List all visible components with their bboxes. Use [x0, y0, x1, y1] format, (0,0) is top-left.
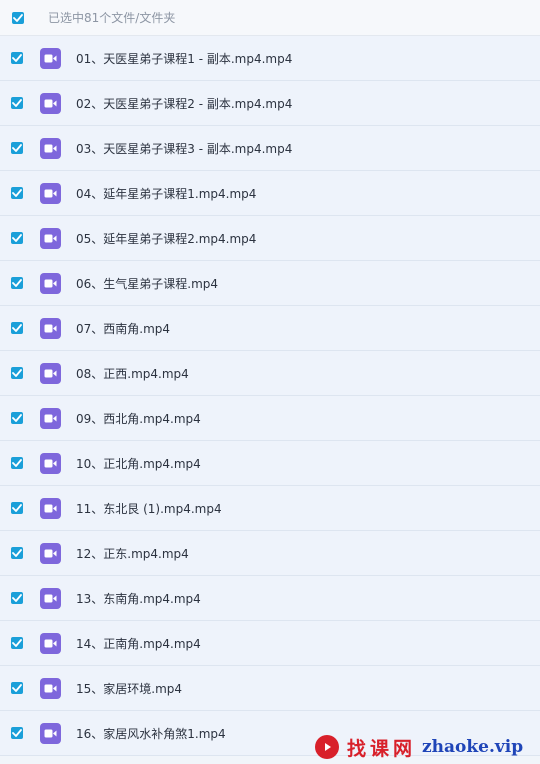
- file-checkbox[interactable]: [11, 502, 23, 514]
- file-row[interactable]: 10、正北角.mp4.mp4: [0, 441, 540, 486]
- video-file-icon: [40, 407, 61, 429]
- video-file-icon: [40, 632, 61, 654]
- select-all-row[interactable]: 已选中81个文件/文件夹: [0, 0, 540, 36]
- file-checkbox[interactable]: [11, 592, 23, 604]
- checkmark-icon: [12, 684, 22, 692]
- watermark: 找课网 zhaoke.vip: [315, 732, 523, 762]
- file-list: 已选中81个文件/文件夹 01、天医星弟子课程1 - 副本.mp4.mp4 02、…: [0, 0, 540, 764]
- file-name: 13、东南角.mp4.mp4: [76, 591, 201, 606]
- video-file-icon: [40, 317, 61, 339]
- video-file-icon: [40, 497, 61, 519]
- file-row[interactable]: 15、家居环境.mp4: [0, 666, 540, 711]
- file-name: 15、家居环境.mp4: [76, 681, 183, 696]
- file-checkbox[interactable]: [11, 277, 23, 289]
- file-name: 04、延年星弟子课程1.mp4.mp4: [76, 186, 257, 201]
- checkmark-icon: [12, 549, 22, 557]
- file-name: 03、天医星弟子课程3 - 副本.mp4.mp4: [76, 141, 293, 156]
- file-row[interactable]: 05、延年星弟子课程2.mp4.mp4: [0, 216, 540, 261]
- file-checkbox[interactable]: [11, 727, 23, 739]
- video-file-icon: [40, 47, 61, 69]
- video-file-icon: [40, 92, 61, 114]
- file-checkbox[interactable]: [11, 547, 23, 559]
- file-name: 09、西北角.mp4.mp4: [76, 411, 201, 426]
- select-all-checkbox[interactable]: [12, 11, 24, 24]
- file-row[interactable]: 08、正西.mp4.mp4: [0, 351, 540, 396]
- file-row[interactable]: 07、西南角.mp4: [0, 306, 540, 351]
- file-row[interactable]: 11、东北艮 (1).mp4.mp4: [0, 486, 540, 531]
- checkmark-icon: [12, 459, 22, 467]
- watermark-domain: zhaoke.vip: [422, 737, 524, 757]
- file-name: 06、生气星弟子课程.mp4: [76, 276, 219, 291]
- file-checkbox[interactable]: [11, 142, 23, 154]
- file-checkbox[interactable]: [11, 97, 23, 109]
- file-checkbox[interactable]: [11, 682, 23, 694]
- file-checkbox[interactable]: [11, 412, 23, 424]
- checkmark-icon: [12, 189, 22, 197]
- checkmark-icon: [12, 594, 22, 602]
- file-name: 05、延年星弟子课程2.mp4.mp4: [76, 231, 257, 246]
- video-file-icon: [40, 722, 61, 744]
- watermark-brand: 找课网: [347, 737, 417, 760]
- checkmark-icon: [12, 99, 22, 107]
- file-name: 14、正南角.mp4.mp4: [76, 636, 201, 651]
- file-checkbox[interactable]: [11, 52, 23, 64]
- file-checkbox[interactable]: [11, 232, 23, 244]
- file-name: 11、东北艮 (1).mp4.mp4: [76, 501, 222, 516]
- file-checkbox[interactable]: [11, 322, 23, 334]
- file-name: 10、正北角.mp4.mp4: [76, 456, 201, 471]
- file-checkbox[interactable]: [11, 457, 23, 469]
- file-row[interactable]: 04、延年星弟子课程1.mp4.mp4: [0, 171, 540, 216]
- file-checkbox[interactable]: [11, 187, 23, 199]
- video-file-icon: [40, 272, 61, 294]
- checkmark-icon: [12, 279, 22, 287]
- file-row[interactable]: 09、西北角.mp4.mp4: [0, 396, 540, 441]
- checkmark-icon: [12, 234, 22, 242]
- checkmark-icon: [12, 144, 22, 152]
- file-checkbox[interactable]: [11, 367, 23, 379]
- file-name: 07、西南角.mp4: [76, 321, 171, 336]
- checkmark-icon: [12, 324, 22, 332]
- file-name: 01、天医星弟子课程1 - 副本.mp4.mp4: [76, 51, 293, 66]
- checkmark-icon: [13, 13, 23, 22]
- checkmark-icon: [12, 414, 22, 422]
- file-checkbox[interactable]: [11, 637, 23, 649]
- file-row[interactable]: 06、生气星弟子课程.mp4: [0, 261, 540, 306]
- video-file-icon: [40, 182, 61, 204]
- file-rows: 01、天医星弟子课程1 - 副本.mp4.mp4 02、天医星弟子课程2 - 副本…: [0, 36, 540, 756]
- video-file-icon: [40, 137, 61, 159]
- video-file-icon: [40, 677, 61, 699]
- file-row[interactable]: 13、东南角.mp4.mp4: [0, 576, 540, 621]
- file-row[interactable]: 03、天医星弟子课程3 - 副本.mp4.mp4: [0, 126, 540, 171]
- checkmark-icon: [12, 729, 22, 737]
- selection-count-label: 已选中81个文件/文件夹: [48, 11, 176, 25]
- file-row[interactable]: 14、正南角.mp4.mp4: [0, 621, 540, 666]
- checkmark-icon: [12, 504, 22, 512]
- video-file-icon: [40, 452, 61, 474]
- file-row[interactable]: 01、天医星弟子课程1 - 副本.mp4.mp4: [0, 36, 540, 81]
- video-file-icon: [40, 587, 61, 609]
- file-name: 08、正西.mp4.mp4: [76, 366, 189, 381]
- play-logo-icon: [315, 735, 339, 759]
- file-row[interactable]: 12、正东.mp4.mp4: [0, 531, 540, 576]
- video-file-icon: [40, 542, 61, 564]
- file-name: 16、家居风水补角煞1.mp4: [76, 726, 226, 741]
- video-file-icon: [40, 227, 61, 249]
- file-name: 12、正东.mp4.mp4: [76, 546, 189, 561]
- file-name: 02、天医星弟子课程2 - 副本.mp4.mp4: [76, 96, 293, 111]
- checkmark-icon: [12, 639, 22, 647]
- video-file-icon: [40, 362, 61, 384]
- checkmark-icon: [12, 54, 22, 62]
- checkmark-icon: [12, 369, 22, 377]
- file-row[interactable]: 02、天医星弟子课程2 - 副本.mp4.mp4: [0, 81, 540, 126]
